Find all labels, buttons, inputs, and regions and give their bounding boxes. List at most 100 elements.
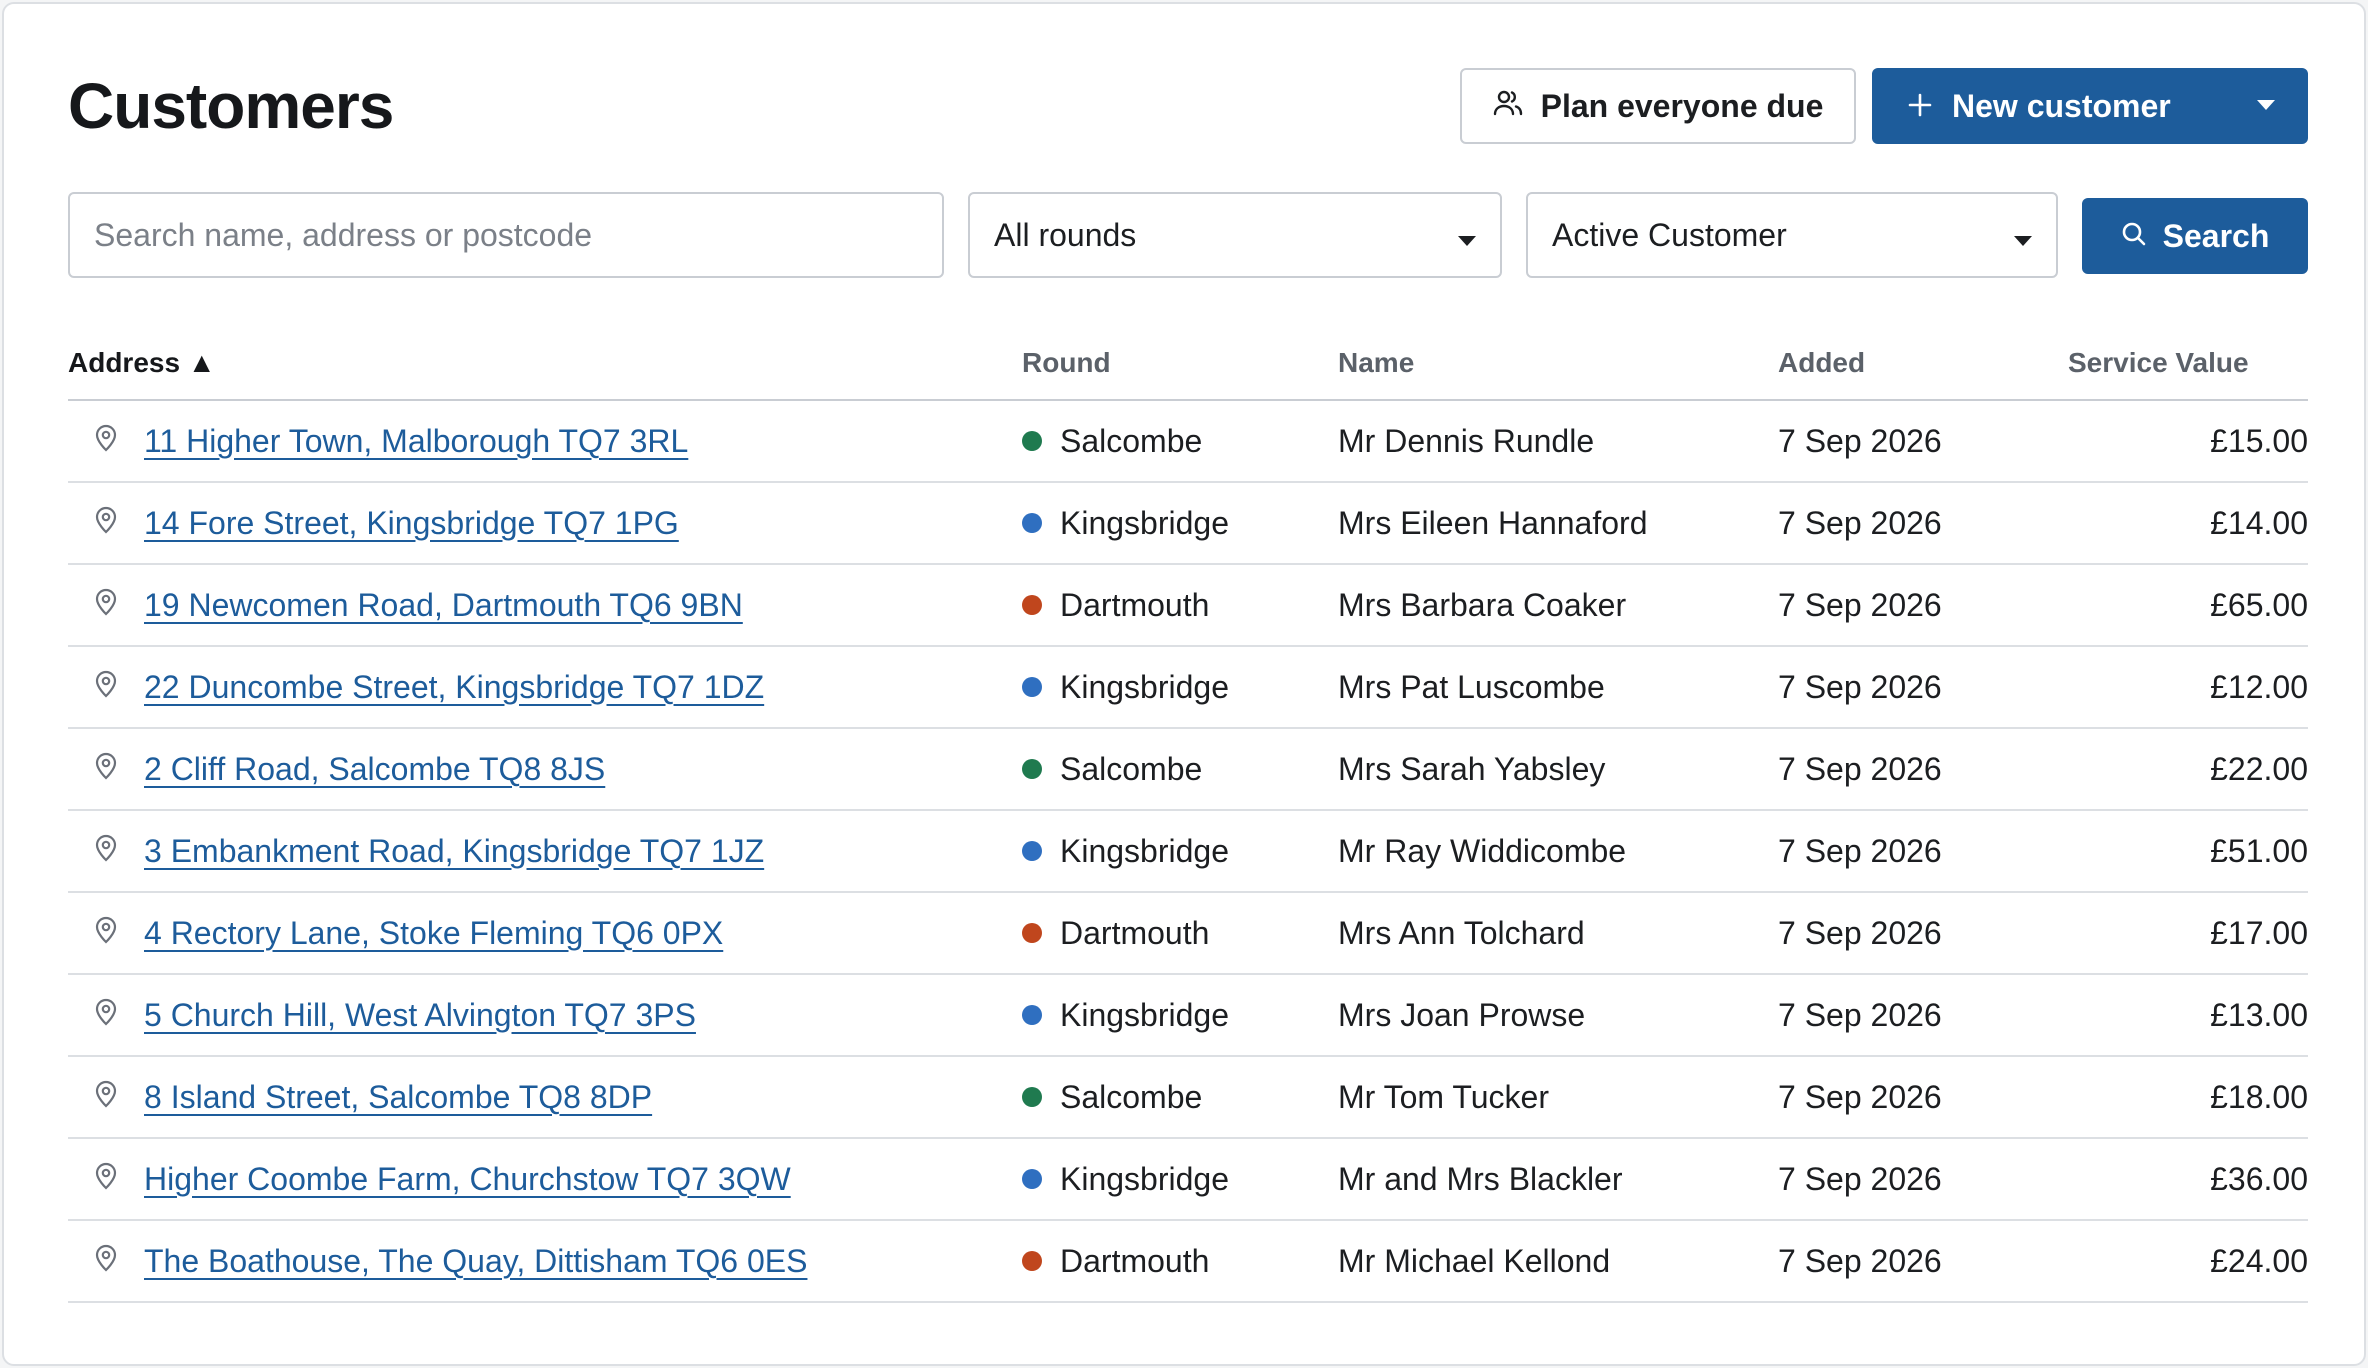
table-row[interactable]: The Boathouse, The Quay, Dittisham TQ6 0… [68,1220,2308,1303]
round-color-dot [1022,431,1042,451]
round-label: Dartmouth [1060,586,1210,623]
address-link[interactable]: 11 Higher Town, Malborough TQ7 3RL [144,423,688,460]
added-date-cell: 7 Sep 2026 [1778,728,2068,811]
column-header-added[interactable]: Added [1778,326,2068,401]
round-color-dot [1022,759,1042,779]
search-input[interactable] [68,192,944,278]
added-date-cell: 7 Sep 2026 [1778,1056,2068,1139]
round-label: Kingsbridge [1060,1160,1229,1197]
table-row[interactable]: 3 Embankment Road, Kingsbridge TQ7 1JZ Ki… [68,810,2308,893]
address-cell: 4 Rectory Lane, Stoke Fleming TQ6 0PX [68,892,1022,975]
round-cell: Kingsbridge [1022,1138,1338,1221]
service-value-cell: £18.00 [2068,1056,2308,1139]
chevron-down-icon [1458,217,1476,254]
new-customer-split-button[interactable]: New customer [1872,68,2308,144]
address-link[interactable]: 4 Rectory Lane, Stoke Fleming TQ6 0PX [144,915,723,952]
round-color-dot [1022,677,1042,697]
address-link[interactable]: 5 Church Hill, West Alvington TQ7 3PS [144,997,696,1034]
column-header-address[interactable]: Address ▲ [68,326,1022,401]
table-row[interactable]: 11 Higher Town, Malborough TQ7 3RL Salcom… [68,400,2308,483]
address-cell: 14 Fore Street, Kingsbridge TQ7 1PG [68,482,1022,565]
customer-name-cell: Mr Tom Tucker [1338,1056,1778,1139]
service-value-cell: £13.00 [2068,974,2308,1057]
status-filter-value: Active Customer [1552,216,1787,253]
column-header-round[interactable]: Round [1022,326,1338,401]
round-color-dot [1022,1169,1042,1189]
map-pin-icon [94,587,144,624]
service-value-cell: £15.00 [2068,400,2308,483]
customer-name-cell: Mr Dennis Rundle [1338,400,1778,483]
new-customer-button[interactable]: New customer [1872,68,2224,144]
map-pin-icon [94,1161,144,1198]
table-row[interactable]: 5 Church Hill, West Alvington TQ7 3PS Kin… [68,974,2308,1057]
address-cell: 11 Higher Town, Malborough TQ7 3RL [68,400,1022,483]
map-pin-icon [94,833,144,870]
service-value-cell: £17.00 [2068,892,2308,975]
service-value-cell: £24.00 [2068,1220,2308,1303]
round-cell: Salcombe [1022,1056,1338,1139]
service-value-cell: £51.00 [2068,810,2308,893]
column-header-name[interactable]: Name [1338,326,1778,401]
status-filter-select[interactable]: Active Customer [1526,192,2058,278]
round-color-dot [1022,513,1042,533]
search-button[interactable]: Search [2082,198,2308,274]
address-link[interactable]: Higher Coombe Farm, Churchstow TQ7 3QW [144,1161,791,1198]
plan-everyone-due-button[interactable]: Plan everyone due [1460,68,1856,144]
round-label: Kingsbridge [1060,996,1229,1033]
round-label: Kingsbridge [1060,832,1229,869]
address-cell: 2 Cliff Road, Salcombe TQ8 8JS [68,728,1022,811]
map-pin-icon [94,915,144,952]
address-link[interactable]: 19 Newcomen Road, Dartmouth TQ6 9BN [144,587,743,624]
map-pin-icon [94,997,144,1034]
map-pin-icon [94,669,144,706]
customer-name-cell: Mrs Pat Luscombe [1338,646,1778,729]
map-pin-icon [94,505,144,542]
round-cell: Salcombe [1022,728,1338,811]
service-value-cell: £12.00 [2068,646,2308,729]
table-row[interactable]: 8 Island Street, Salcombe TQ8 8DP Salcomb… [68,1056,2308,1139]
added-date-cell: 7 Sep 2026 [1778,482,2068,565]
map-pin-icon [94,423,144,460]
customer-name-cell: Mrs Ann Tolchard [1338,892,1778,975]
round-label: Kingsbridge [1060,504,1229,541]
round-cell: Salcombe [1022,400,1338,483]
customer-name-cell: Mr Michael Kellond [1338,1220,1778,1303]
customer-name-cell: Mrs Joan Prowse [1338,974,1778,1057]
round-cell: Dartmouth [1022,1220,1338,1303]
address-link[interactable]: 22 Duncombe Street, Kingsbridge TQ7 1DZ [144,669,764,706]
address-link[interactable]: 14 Fore Street, Kingsbridge TQ7 1PG [144,505,679,542]
address-link[interactable]: 3 Embankment Road, Kingsbridge TQ7 1JZ [144,833,764,870]
customer-name-cell: Mrs Barbara Coaker [1338,564,1778,647]
table-row[interactable]: 14 Fore Street, Kingsbridge TQ7 1PG Kings… [68,482,2308,565]
address-link[interactable]: The Boathouse, The Quay, Dittisham TQ6 0… [144,1243,807,1280]
round-filter-select[interactable]: All rounds [968,192,1502,278]
new-customer-menu-toggle[interactable] [2224,68,2308,144]
address-cell: Higher Coombe Farm, Churchstow TQ7 3QW [68,1138,1022,1221]
round-filter-value: All rounds [994,216,1137,253]
map-pin-icon [94,1079,144,1116]
search-button-label: Search [2162,217,2270,254]
table-row[interactable]: 19 Newcomen Road, Dartmouth TQ6 9BN Dartm… [68,564,2308,647]
new-customer-label: New customer [1952,87,2171,124]
customer-name-cell: Mr Ray Widdicombe [1338,810,1778,893]
address-link[interactable]: 8 Island Street, Salcombe TQ8 8DP [144,1079,652,1116]
chevron-down-icon [2014,217,2032,254]
people-icon [1493,88,1523,125]
round-color-dot [1022,1005,1042,1025]
service-value-cell: £22.00 [2068,728,2308,811]
round-color-dot [1022,1087,1042,1107]
service-value-cell: £14.00 [2068,482,2308,565]
round-cell: Kingsbridge [1022,482,1338,565]
table-row[interactable]: 4 Rectory Lane, Stoke Fleming TQ6 0PX Dar… [68,892,2308,975]
address-link[interactable]: 2 Cliff Road, Salcombe TQ8 8JS [144,751,605,788]
round-color-dot [1022,923,1042,943]
page-title: Customers [68,70,394,142]
round-cell: Dartmouth [1022,564,1338,647]
table-row[interactable]: Higher Coombe Farm, Churchstow TQ7 3QW Ki… [68,1138,2308,1221]
table-row[interactable]: 2 Cliff Road, Salcombe TQ8 8JS Salcombe Mr… [68,728,2308,811]
added-date-cell: 7 Sep 2026 [1778,564,2068,647]
table-row[interactable]: 22 Duncombe Street, Kingsbridge TQ7 1DZ K… [68,646,2308,729]
column-header-service-value[interactable]: Service Value [2068,326,2308,401]
round-cell: Kingsbridge [1022,810,1338,893]
round-label: Kingsbridge [1060,668,1229,705]
